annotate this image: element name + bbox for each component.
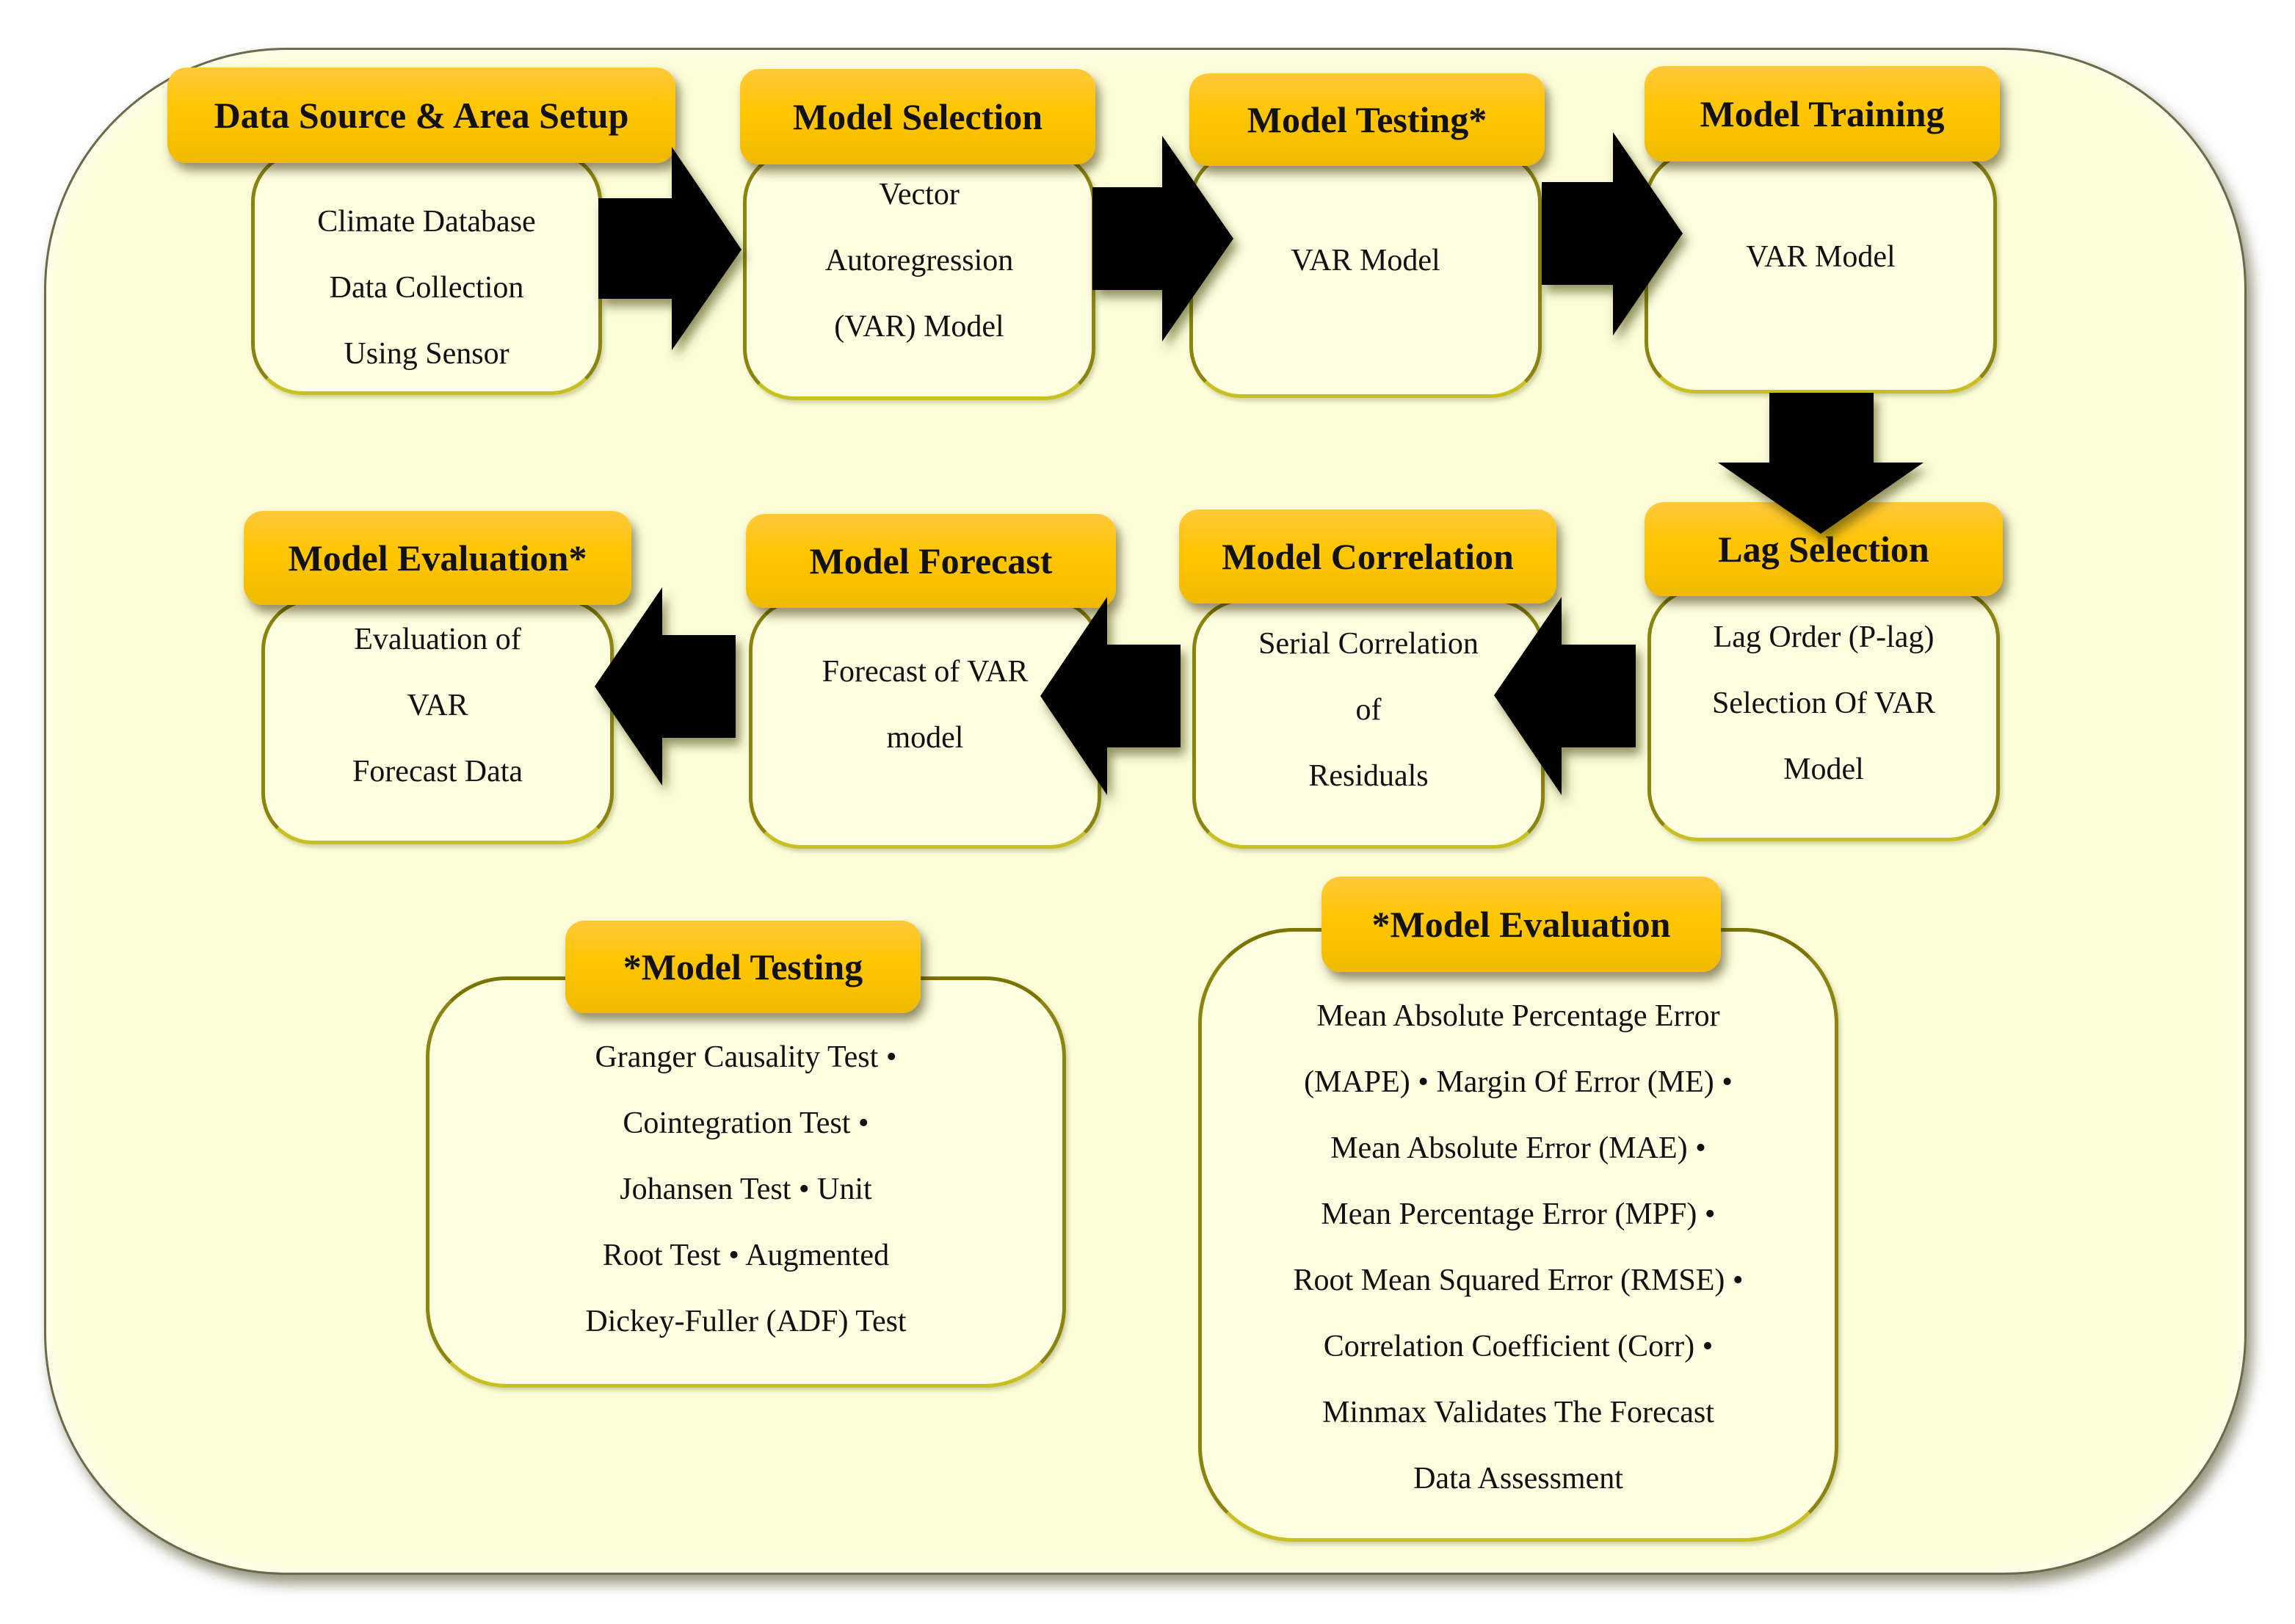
arrow-left-icon — [1494, 597, 1636, 795]
arrow-right-icon — [1092, 136, 1233, 341]
arrow-right-icon — [1542, 132, 1683, 336]
arrow-left-icon — [1040, 597, 1181, 795]
arrow-right-icon — [598, 147, 742, 350]
arrow-right-icon — [595, 132, 1924, 795]
arrow-down-icon — [1718, 393, 1924, 534]
arrow-left-icon — [595, 587, 736, 786]
